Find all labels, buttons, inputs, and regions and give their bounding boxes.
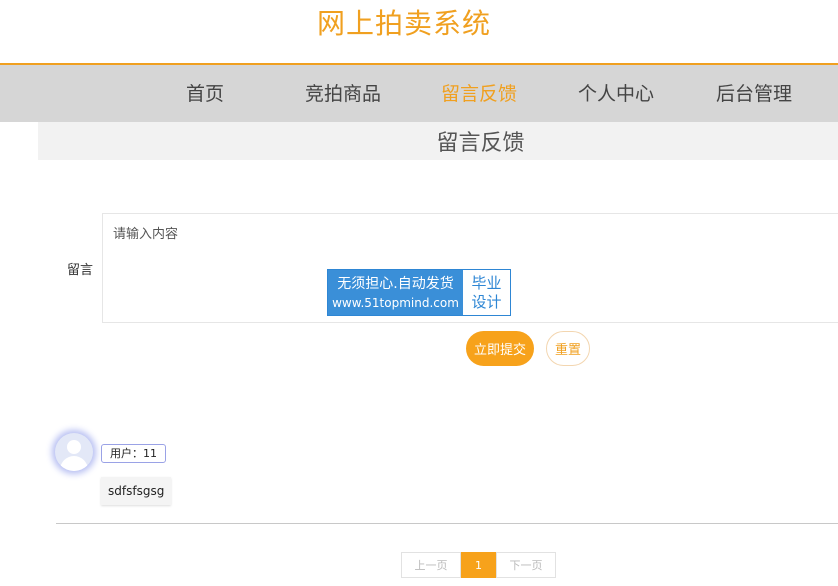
submit-button[interactable]: 立即提交: [466, 331, 534, 366]
watermark-right: 毕业 设计: [463, 270, 510, 315]
nav-item-feedback[interactable]: 留言反馈: [441, 79, 517, 106]
comment-text: sdfsfsgsg: [101, 477, 172, 505]
watermark-slogan: 无须担心.自动发货: [337, 275, 454, 292]
site-title: 网上拍卖系统: [316, 7, 491, 40]
watermark-badge: 无须担心.自动发货 www.51topmind.com 毕业 设计: [327, 269, 511, 316]
avatar-body: [60, 456, 88, 471]
prev-page-button[interactable]: 上一页: [401, 552, 461, 578]
current-page-button[interactable]: 1: [461, 552, 496, 578]
section-header: 留言反馈: [38, 122, 838, 160]
message-label: 留言: [67, 263, 94, 278]
avatar-head: [67, 440, 81, 454]
pagination: 上一页 1 下一页: [401, 552, 556, 578]
nav-item-personal-center[interactable]: 个人中心: [578, 79, 654, 106]
nav-item-auction-goods[interactable]: 竞拍商品: [305, 79, 381, 106]
watermark-left: 无须担心.自动发货 www.51topmind.com: [328, 270, 463, 315]
reset-button[interactable]: 重置: [546, 331, 590, 366]
section-title: 留言反馈: [436, 131, 525, 156]
main-nav: 首页 竞拍商品 留言反馈 个人中心 后台管理: [0, 63, 838, 122]
watermark-url: www.51topmind.com: [332, 295, 459, 310]
nav-item-home[interactable]: 首页: [186, 79, 224, 106]
avatar: [55, 433, 93, 471]
divider: [56, 523, 838, 524]
watermark-right-line2: 设计: [471, 292, 502, 311]
watermark-right-line1: 毕业: [471, 273, 502, 292]
nav-item-admin[interactable]: 后台管理: [716, 79, 792, 106]
comment-user-tag: 用户：11: [101, 444, 166, 463]
next-page-button[interactable]: 下一页: [496, 552, 556, 578]
